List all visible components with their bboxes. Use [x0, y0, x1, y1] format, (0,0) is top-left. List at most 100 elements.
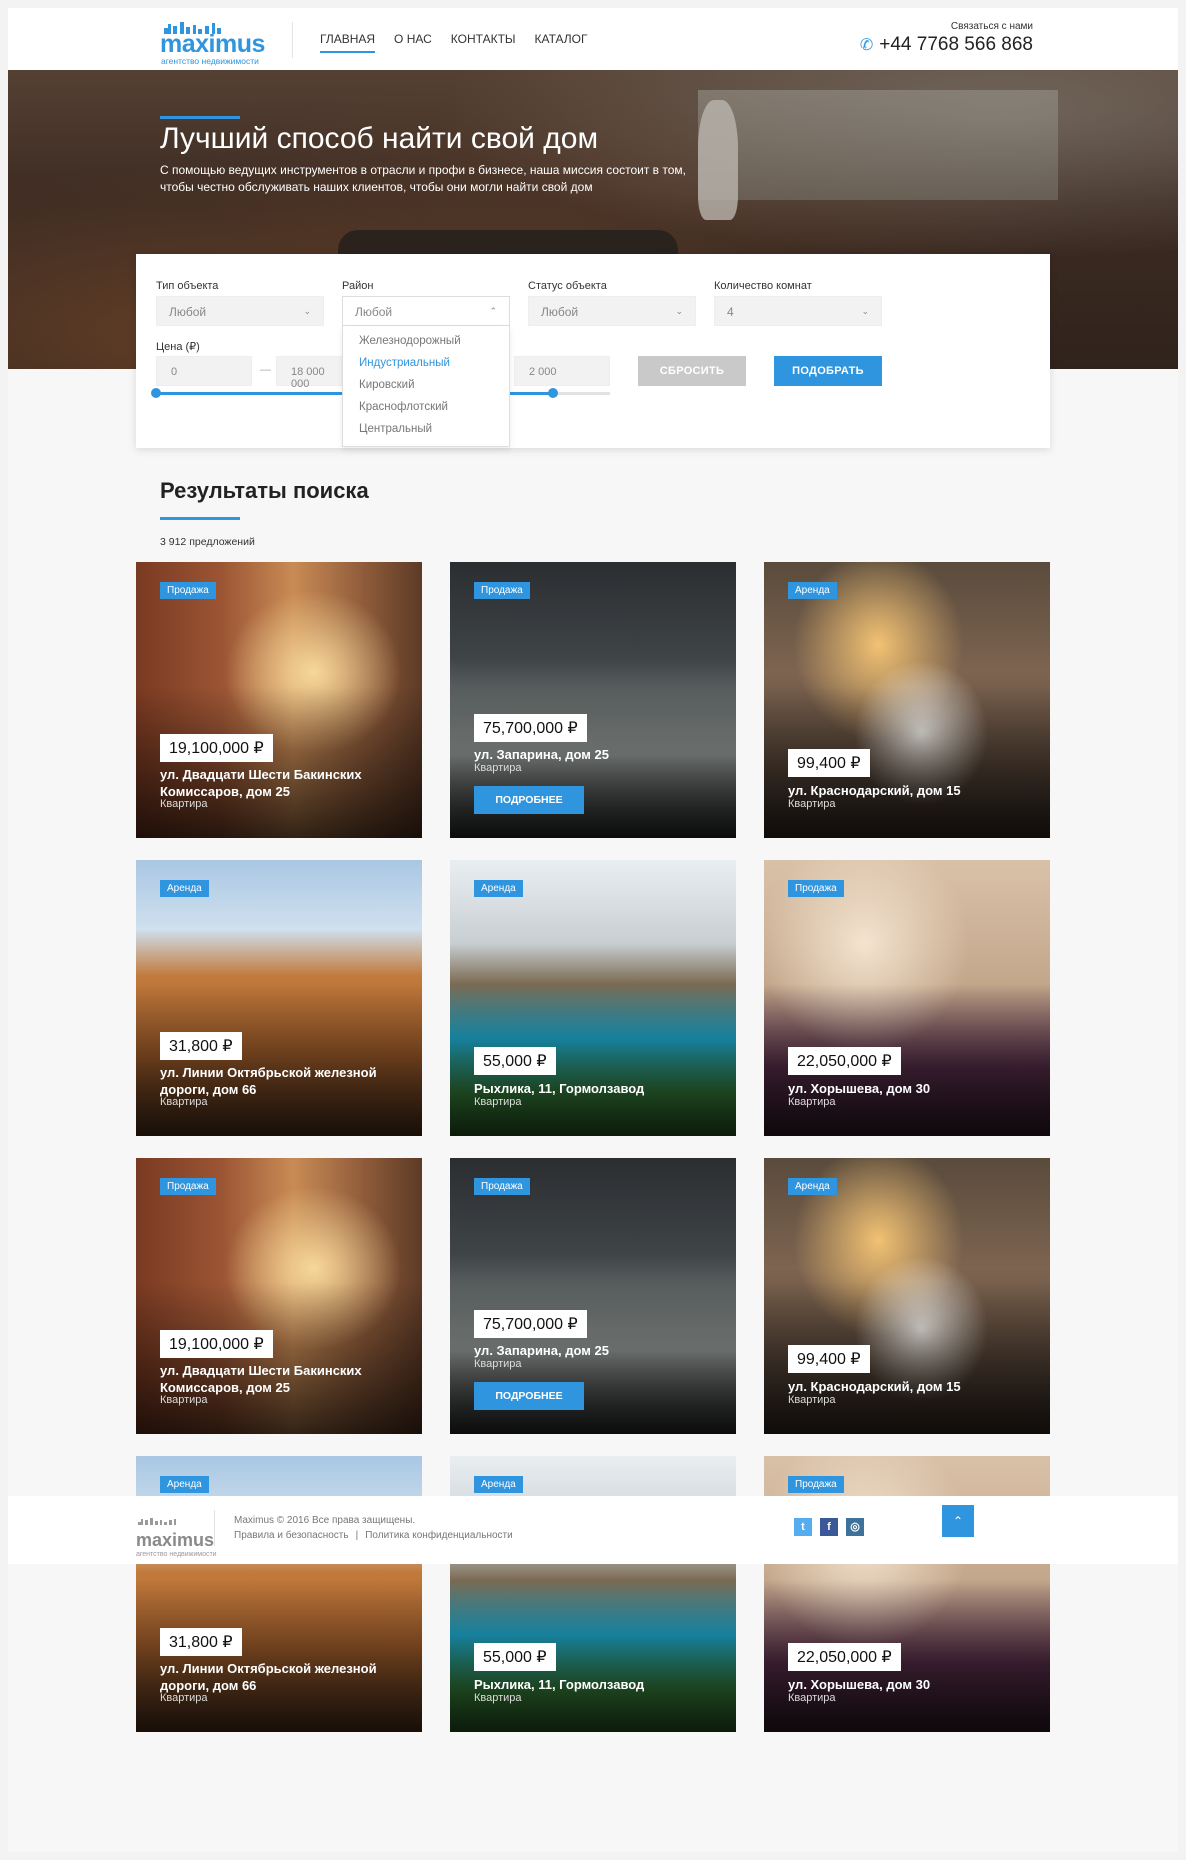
- property-card[interactable]: Продажа 75,700,000 ₽ ул. Запарина, дом 25 К…: [450, 562, 736, 838]
- district-option[interactable]: Краснофлотский: [343, 398, 509, 420]
- hero-accent-line: [160, 116, 240, 119]
- price-min-input[interactable]: 0: [156, 356, 252, 386]
- property-type: Квартира: [788, 1692, 836, 1704]
- phone-text: +44 7768 566 868: [879, 34, 1033, 55]
- area-max-input[interactable]: 2 000: [514, 356, 610, 386]
- nav-item-contacts[interactable]: Контакты: [451, 32, 516, 53]
- property-address[interactable]: ул. Запарина, дом 25: [474, 1342, 714, 1359]
- copyright-text: Maximus © 2016 Все права защищены.: [234, 1515, 416, 1526]
- property-card[interactable]: Аренда 31,800 ₽ ул. Линии Октябрьской желе…: [136, 860, 422, 1136]
- property-type: Квартира: [474, 1692, 522, 1704]
- property-type: Квартира: [788, 1096, 836, 1108]
- property-price: 99,400 ₽: [788, 1345, 870, 1373]
- instagram-icon[interactable]: ◎: [846, 1518, 864, 1536]
- type-select[interactable]: Любой ⌄: [156, 296, 324, 326]
- logo[interactable]: maximus агентство недвижимости: [160, 18, 270, 66]
- property-address[interactable]: ул. Двадцати Шести Бакинских Комиссаров,…: [160, 1362, 400, 1396]
- chevron-up-icon: ⌃: [489, 306, 497, 316]
- facebook-icon[interactable]: f: [820, 1518, 838, 1536]
- results-accent-line: [160, 517, 240, 520]
- district-option-highlighted[interactable]: Индустриальный: [343, 354, 509, 376]
- footer-logo[interactable]: maximus агентство недвижимости: [136, 1512, 217, 1558]
- property-card[interactable]: Аренда 55,000 ₽ Рыхлика, 11, Гормолзавод Кв…: [450, 860, 736, 1136]
- nav-item-home[interactable]: Главная: [320, 32, 376, 53]
- footer-links: Правила и безопасность | Политика конфид…: [234, 1530, 513, 1541]
- district-dropdown: Железнодорожный Индустриальный Кировский…: [342, 326, 510, 447]
- property-type: Квартира: [160, 1394, 208, 1406]
- search-panel: Тип объекта Любой ⌄ Район Любой ⌃ Железн…: [136, 254, 1050, 448]
- property-address[interactable]: Рыхлика, 11, Гормолзавод: [474, 1080, 714, 1097]
- property-address[interactable]: ул. Линии Октябрьской железной дороги, д…: [160, 1064, 400, 1098]
- property-price: 31,800 ₽: [160, 1032, 242, 1060]
- status-badge: Продажа: [474, 1178, 530, 1195]
- chevron-up-icon: ⌃: [952, 1514, 964, 1528]
- scroll-to-top-button[interactable]: ⌃: [942, 1505, 974, 1537]
- property-address[interactable]: ул. Краснодарский, дом 15: [788, 782, 1028, 799]
- property-card[interactable]: Продажа 19,100,000 ₽ ул. Двадцати Шести Ба…: [136, 1158, 422, 1434]
- status-badge: Продажа: [474, 582, 530, 599]
- rooms-select[interactable]: 4 ⌄: [714, 296, 882, 326]
- phone-number[interactable]: ✆ +44 7768 566 868: [860, 34, 1033, 56]
- status-select[interactable]: Любой ⌄: [528, 296, 696, 326]
- footer-link-separator: |: [355, 1530, 359, 1541]
- property-card[interactable]: Продажа 19,100,000 ₽ ул. Двадцати Шести Ба…: [136, 562, 422, 838]
- twitter-icon[interactable]: t: [794, 1518, 812, 1536]
- more-details-button[interactable]: Подробнее: [474, 786, 584, 814]
- property-address[interactable]: ул. Двадцати Шести Бакинских Комиссаров,…: [160, 766, 400, 800]
- nav-item-catalog[interactable]: Каталог: [535, 32, 588, 53]
- property-price: 19,100,000 ₽: [160, 734, 273, 762]
- property-price: 22,050,000 ₽: [788, 1047, 901, 1075]
- price-range-separator: —: [260, 364, 271, 376]
- property-type: Квартира: [788, 1394, 836, 1406]
- status-badge: Продажа: [160, 1178, 216, 1195]
- price-slider-min-handle[interactable]: [151, 388, 161, 398]
- property-address[interactable]: ул. Линии Октябрьской железной дороги, д…: [160, 1660, 400, 1694]
- property-type: Квартира: [474, 762, 522, 774]
- status-badge: Аренда: [788, 1178, 837, 1195]
- status-label: Статус объекта: [528, 280, 607, 292]
- reset-button[interactable]: Сбросить: [638, 356, 746, 386]
- nav-item-about[interactable]: О нас: [394, 32, 432, 53]
- property-card[interactable]: Аренда 99,400 ₽ ул. Краснодарский, дом 15 К…: [764, 562, 1050, 838]
- status-badge: Аренда: [788, 582, 837, 599]
- card-overlay: [136, 686, 422, 838]
- property-address[interactable]: ул. Краснодарский, дом 15: [788, 1378, 1028, 1395]
- district-label: Район: [342, 280, 374, 292]
- district-option[interactable]: Кировский: [343, 376, 509, 398]
- footer-logo-word: maximus: [136, 1530, 215, 1550]
- property-type: Квартира: [160, 1692, 208, 1704]
- district-option[interactable]: Центральный: [343, 420, 509, 442]
- card-overlay: [136, 1282, 422, 1434]
- main-nav: Главная О нас Контакты Каталог: [320, 32, 588, 53]
- property-address[interactable]: ул. Хорышева, дом 30: [788, 1676, 1028, 1693]
- more-details-button[interactable]: Подробнее: [474, 1382, 584, 1410]
- rooms-label: Количество комнат: [714, 280, 812, 292]
- property-card[interactable]: Аренда 99,400 ₽ ул. Краснодарский, дом 15 К…: [764, 1158, 1050, 1434]
- header-divider: [292, 22, 293, 58]
- search-submit-button[interactable]: Подобрать: [774, 356, 882, 386]
- price-label: Цена (₽): [156, 341, 200, 353]
- property-card[interactable]: Продажа 75,700,000 ₽ ул. Запарина, дом 25 К…: [450, 1158, 736, 1434]
- property-card[interactable]: Продажа 22,050,000 ₽ ул. Хорышева, дом 30 К…: [764, 860, 1050, 1136]
- price-max-input[interactable]: 18 000 000: [276, 356, 342, 390]
- district-option[interactable]: Железнодорожный: [343, 332, 509, 354]
- footer-link-rules[interactable]: Правила и безопасность: [234, 1530, 349, 1541]
- property-price: 55,000 ₽: [474, 1047, 556, 1075]
- results-title: Результаты поиска: [160, 478, 369, 503]
- hero-description: С помощью ведущих инструментов в отрасли…: [160, 163, 686, 194]
- price-slider-max-handle[interactable]: [548, 388, 558, 398]
- footer-link-privacy[interactable]: Политика конфиденциальности: [365, 1530, 513, 1541]
- status-badge: Аренда: [474, 880, 523, 897]
- district-select[interactable]: Любой ⌃: [342, 296, 510, 326]
- results-count: 3 912 предложений: [160, 536, 255, 548]
- status-badge: Продажа: [160, 582, 216, 599]
- property-address[interactable]: ул. Хорышева, дом 30: [788, 1080, 1028, 1097]
- site-footer: maximus агентство недвижимости Maximus ©…: [8, 1496, 1178, 1564]
- property-address[interactable]: ул. Запарина, дом 25: [474, 746, 714, 763]
- property-price: 75,700,000 ₽: [474, 1310, 587, 1338]
- hero-title: Лучший способ найти свой дом: [160, 122, 599, 155]
- status-badge: Аренда: [160, 880, 209, 897]
- property-address[interactable]: Рыхлика, 11, Гормолзавод: [474, 1676, 714, 1693]
- property-type: Квартира: [474, 1096, 522, 1108]
- status-badge: Аренда: [160, 1476, 209, 1493]
